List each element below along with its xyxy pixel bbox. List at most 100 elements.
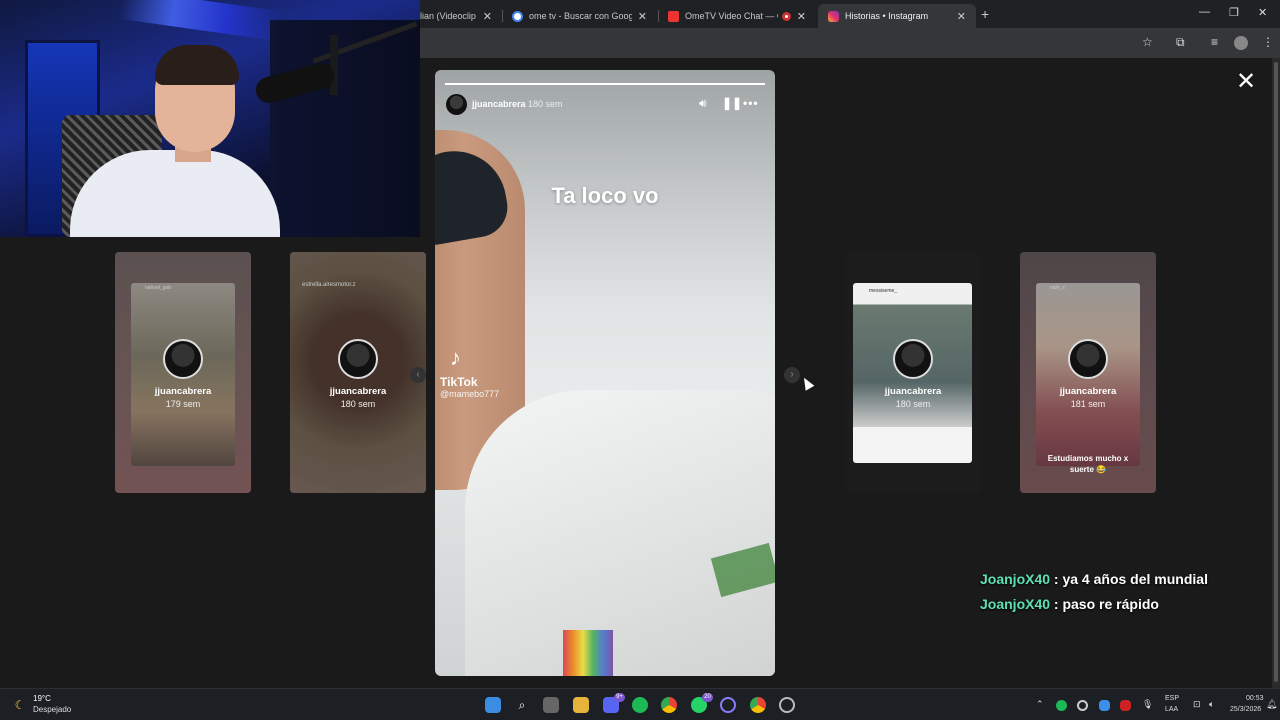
profile-avatar[interactable] bbox=[1234, 36, 1248, 50]
chrome-icon[interactable] bbox=[661, 697, 677, 713]
story-handle: messiseme_ bbox=[869, 288, 898, 294]
tab-close-icon[interactable]: ✕ bbox=[638, 10, 647, 23]
webcam-overlay bbox=[0, 0, 420, 237]
story-preview[interactable]: estrella.airesmotor.z jjuancabrera 180 s… bbox=[290, 252, 426, 493]
tray-app-icon[interactable] bbox=[1099, 700, 1110, 711]
tab-title: Historias • Instagram bbox=[845, 11, 929, 21]
story-username: jjuancabrera bbox=[329, 386, 387, 397]
tab-close-icon[interactable]: ✕ bbox=[797, 10, 806, 23]
next-story-arrow[interactable]: › bbox=[784, 367, 800, 383]
file-explorer-icon[interactable] bbox=[573, 697, 589, 713]
tab-title: OmeTV Video Chat — Ome bbox=[685, 11, 778, 21]
instagram-icon bbox=[828, 10, 839, 22]
mic-stand bbox=[330, 35, 338, 95]
story-username: jjuancabrera bbox=[884, 386, 942, 397]
tiktok-label: TikTok bbox=[440, 375, 478, 389]
story-time: 181 sem bbox=[1070, 399, 1106, 409]
tab-youtube[interactable]: lian (Videoclip I ✕ bbox=[410, 4, 502, 28]
story-time: 180 sem bbox=[340, 399, 376, 409]
volume-icon[interactable]: 🔊︎ bbox=[699, 96, 707, 111]
restore-icon[interactable]: ❐ bbox=[1229, 6, 1239, 19]
avatar bbox=[893, 339, 933, 379]
menu-kebab-icon[interactable]: ⋮ bbox=[1262, 35, 1274, 49]
story-preview[interactable]: messiseme_ jjuancabrera 180 sem bbox=[845, 252, 981, 493]
previous-story-arrow[interactable]: ‹ bbox=[410, 367, 426, 383]
new-tab-button[interactable]: + bbox=[981, 6, 989, 22]
story-username[interactable]: jjuancabrera bbox=[472, 99, 526, 109]
start-icon[interactable] bbox=[485, 697, 501, 713]
story-handle: estrella.airesmotor.z bbox=[302, 282, 356, 288]
media-control-icon[interactable]: ≡ bbox=[1211, 35, 1218, 49]
notification-bell-icon[interactable]: 🔔︎ bbox=[1266, 699, 1277, 710]
weather-moon-icon[interactable]: ☾ bbox=[12, 697, 28, 713]
story-username: jjuancabrera bbox=[1059, 386, 1117, 397]
discord-badge: 9+ bbox=[614, 693, 625, 702]
streamer-hair bbox=[155, 45, 239, 85]
search-icon[interactable]: ⌕ bbox=[514, 697, 530, 713]
network-icon[interactable]: ⊡ bbox=[1193, 699, 1201, 710]
tab-google[interactable]: ome tv - Buscar con Google ✕ bbox=[502, 4, 657, 28]
story-preview[interactable]: nahi_s jjuancabrera 181 sem Estudiamos m… bbox=[1020, 252, 1156, 493]
chat-text: : ya 4 años del mundial bbox=[1050, 571, 1208, 587]
task-view-icon[interactable] bbox=[543, 697, 559, 713]
chat-username: JoanjoX40 bbox=[980, 596, 1051, 612]
scrollbar-thumb[interactable] bbox=[1274, 62, 1278, 682]
avatar bbox=[1068, 339, 1108, 379]
bookmark-star-icon[interactable]: ☆ bbox=[1142, 35, 1153, 49]
story-caption: Estudiamos mucho x suerte 😂 bbox=[1047, 454, 1129, 474]
avatar bbox=[163, 339, 203, 379]
story-caption: Ta loco vo bbox=[551, 183, 659, 208]
weather-description: Despejado bbox=[33, 705, 72, 714]
chat-message: JoanjoX40 : ya 4 años del mundial bbox=[980, 571, 1208, 587]
obs-icon[interactable] bbox=[779, 697, 795, 713]
story-time: 180 sem bbox=[895, 399, 931, 409]
volume-icon[interactable]: 🔈︎ bbox=[1209, 699, 1214, 710]
more-options-icon[interactable]: ••• bbox=[743, 96, 759, 110]
tab-instagram[interactable]: Historias • Instagram ✕ bbox=[818, 4, 976, 28]
avatar bbox=[338, 339, 378, 379]
tab-close-icon[interactable]: ✕ bbox=[483, 10, 492, 23]
clock-time[interactable]: 00:53 bbox=[1246, 695, 1264, 702]
weather-temperature: 19°C bbox=[33, 694, 51, 703]
spotify-icon[interactable] bbox=[632, 697, 648, 713]
current-story[interactable]: jjuancabrera 180 sem 🔊︎ ❚❚ ••• Ta loco v… bbox=[435, 70, 775, 676]
story-handle: nahi_s bbox=[1050, 285, 1065, 291]
google-icon bbox=[512, 10, 523, 22]
app-icon[interactable] bbox=[720, 697, 736, 713]
chrome-active-icon[interactable] bbox=[750, 697, 766, 713]
microphone-icon[interactable]: 🎙︎ bbox=[1142, 699, 1153, 710]
ometv-icon bbox=[668, 10, 679, 22]
tray-obs-icon[interactable] bbox=[1077, 700, 1088, 711]
chat-username: JoanjoX40 bbox=[980, 571, 1051, 587]
tray-spotify-icon[interactable] bbox=[1056, 700, 1067, 711]
tab-close-icon[interactable]: ✕ bbox=[957, 10, 966, 23]
close-viewer-icon[interactable]: ✕ bbox=[1236, 70, 1256, 94]
minimize-icon[interactable]: — bbox=[1199, 6, 1210, 18]
window-close-icon[interactable]: ✕ bbox=[1258, 6, 1267, 19]
whatsapp-badge: 20 bbox=[702, 693, 713, 702]
clock-date[interactable]: 25/3/2026 bbox=[1230, 706, 1261, 713]
language-top[interactable]: ESP bbox=[1165, 695, 1179, 702]
tab-ometv[interactable]: OmeTV Video Chat — Ome ✕ bbox=[658, 4, 816, 28]
pause-icon[interactable]: ❚❚ bbox=[722, 96, 742, 110]
story-avatar[interactable] bbox=[446, 94, 467, 115]
discord-icon[interactable]: 9+ bbox=[603, 693, 625, 713]
story-handle: nahuel_gob bbox=[145, 285, 172, 291]
led-light bbox=[118, 0, 282, 41]
story-progress-bar bbox=[445, 83, 765, 85]
tray-app-icon[interactable] bbox=[1120, 700, 1131, 711]
tiktok-icon: ♪ bbox=[450, 345, 461, 370]
chat-text: : paso re rápido bbox=[1050, 596, 1159, 612]
tab-title: lian (Videoclip I bbox=[420, 11, 477, 21]
story-username: jjuancabrera bbox=[154, 386, 212, 397]
chat-message: JoanjoX40 : paso re rápido bbox=[980, 596, 1159, 612]
extensions-icon[interactable]: ⧉ bbox=[1176, 35, 1185, 50]
story-preview[interactable]: nahuel_gob jjuancabrera 179 sem bbox=[115, 252, 251, 493]
story-time: 180 sem bbox=[528, 99, 563, 109]
recording-icon bbox=[781, 11, 791, 21]
whatsapp-icon[interactable]: 20 bbox=[691, 693, 713, 713]
tray-expand-icon[interactable]: ⌃ bbox=[1036, 699, 1044, 710]
language-bottom[interactable]: LAA bbox=[1165, 706, 1178, 713]
story-progress-fill bbox=[445, 83, 765, 85]
tiktok-handle: @mamebo777 bbox=[440, 389, 500, 399]
